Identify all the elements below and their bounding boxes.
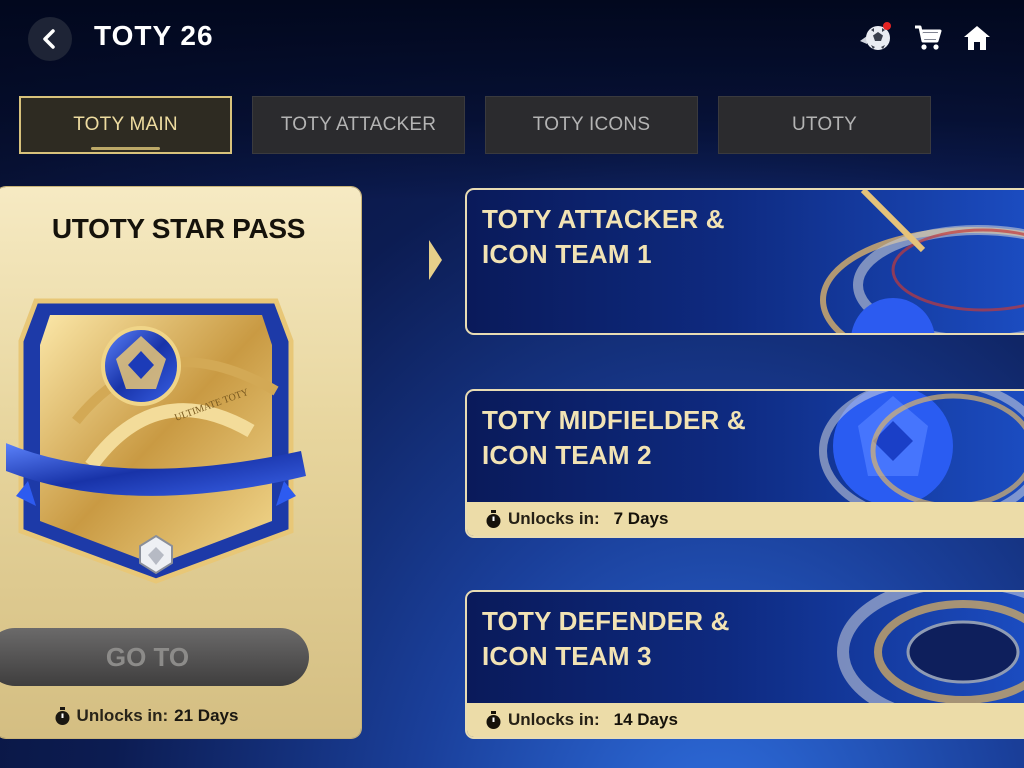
event-unlock-strip: Unlocks in: 14 Days xyxy=(467,703,1024,737)
event-card-art xyxy=(820,190,1024,333)
notification-dot xyxy=(883,22,891,30)
tab-label: TOTY ICONS xyxy=(532,114,651,135)
unlock-value: 21 Days xyxy=(174,706,239,725)
tab-toty-icons[interactable]: TOTY ICONS xyxy=(485,96,698,154)
event-title: TOTY DEFENDER & ICON TEAM 3 xyxy=(482,604,730,674)
unlock-label: Unlocks in: xyxy=(76,706,169,725)
home-icon xyxy=(964,26,990,50)
event-title-line: ICON TEAM 3 xyxy=(482,641,652,671)
chevron-left-icon xyxy=(43,29,55,49)
page-title: TOTY 26 xyxy=(94,20,214,51)
event-title-line: ICON TEAM 2 xyxy=(482,440,652,470)
go-to-button[interactable]: GO TO xyxy=(0,628,309,686)
tab-toty-main[interactable]: TOTY MAIN xyxy=(19,96,232,154)
event-card-defender-team-3[interactable]: TOTY DEFENDER & ICON TEAM 3 Unlocks in: … xyxy=(465,590,1024,739)
tab-active-indicator xyxy=(91,147,160,150)
unlock-label: Unlocks in: xyxy=(508,509,600,528)
event-title-line: ICON TEAM 1 xyxy=(482,239,652,269)
stopwatch-icon xyxy=(55,706,70,725)
home-button[interactable] xyxy=(959,20,995,56)
tab-label: TOTY ATTACKER xyxy=(280,114,437,135)
cart-button[interactable] xyxy=(910,20,946,56)
stopwatch-icon xyxy=(486,710,501,729)
event-unlock-strip: Unlocks in: 7 Days xyxy=(467,502,1024,536)
tab-label: TOTY MAIN xyxy=(73,114,178,135)
tab-utoty[interactable]: UTOTY xyxy=(718,96,931,154)
event-card-art xyxy=(837,592,1024,707)
star-pass-card[interactable]: UTOTY STAR PASS ULTIMATE TOTY GO TO Unlo… xyxy=(0,187,361,738)
event-card-attacker-team-1[interactable]: TOTY ATTACKER & ICON TEAM 1 xyxy=(465,188,1024,335)
event-card-midfielder-team-2[interactable]: TOTY MIDFIELDER & ICON TEAM 2 Unlocks in… xyxy=(465,389,1024,538)
event-card-art xyxy=(819,391,1024,506)
unlock-value: 7 Days xyxy=(613,509,669,528)
event-title-line: TOTY MIDFIELDER & xyxy=(482,405,746,435)
star-pass-title: UTOTY STAR PASS xyxy=(51,213,306,244)
star-pass-card-art: ULTIMATE TOTY xyxy=(6,298,306,584)
event-title-line: TOTY ATTACKER & xyxy=(482,204,725,234)
unlock-label: Unlocks in: xyxy=(508,710,600,729)
unlock-value: 14 Days xyxy=(613,710,678,729)
tab-toty-attacker[interactable]: TOTY ATTACKER xyxy=(252,96,465,154)
event-title-line: TOTY DEFENDER & xyxy=(482,606,730,636)
ball-button[interactable] xyxy=(858,20,894,56)
selected-arrow-icon xyxy=(429,240,442,280)
back-button[interactable] xyxy=(28,17,72,61)
event-title: TOTY ATTACKER & ICON TEAM 1 xyxy=(482,202,725,272)
cart-icon xyxy=(915,25,942,50)
stopwatch-icon xyxy=(486,509,501,528)
tab-label: UTOTY xyxy=(791,114,858,135)
star-pass-unlock-info: Unlocks in: 21 Days xyxy=(0,706,296,726)
event-title: TOTY MIDFIELDER & ICON TEAM 2 xyxy=(482,403,746,473)
